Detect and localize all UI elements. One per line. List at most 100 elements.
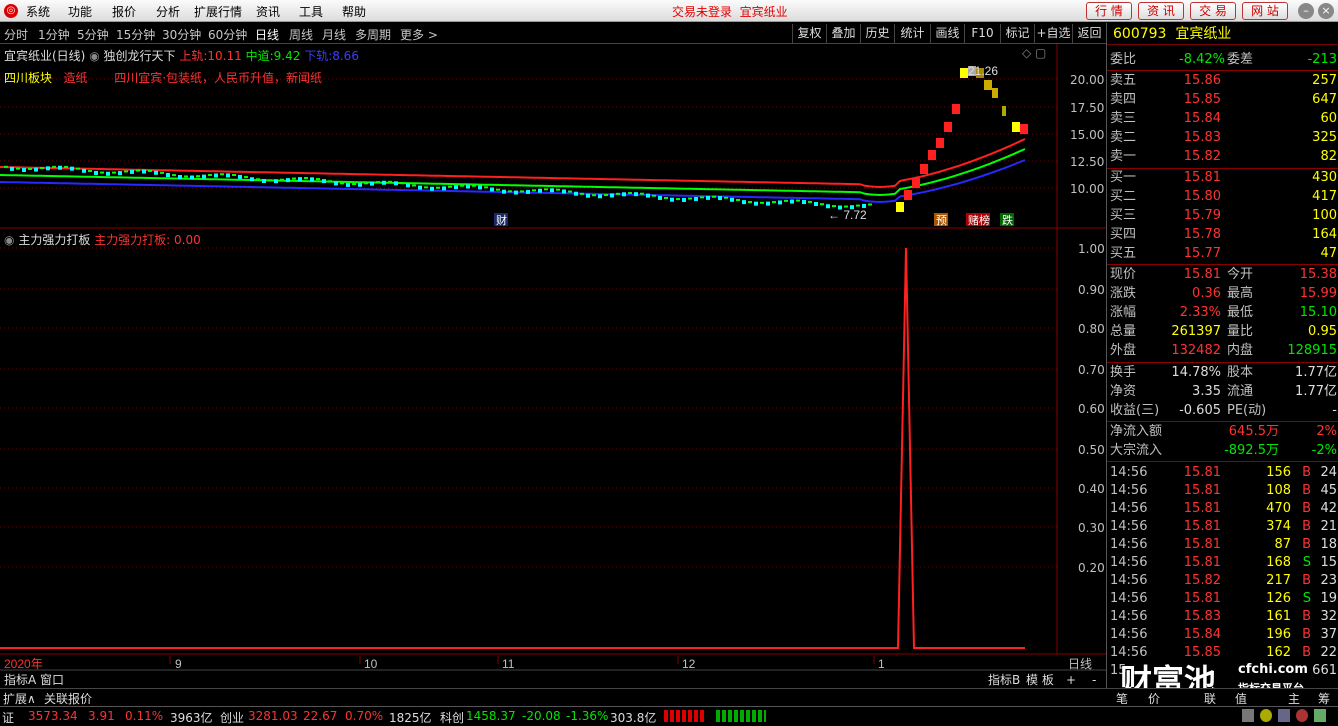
sector-label[interactable]: 四川板块 bbox=[4, 71, 53, 85]
minimize-icon[interactable]: – bbox=[1298, 3, 1314, 19]
back-button[interactable]: 返回 bbox=[1072, 24, 1106, 43]
kc-label[interactable]: 科创 bbox=[440, 709, 464, 726]
ask-row[interactable]: 卖四 15.85 647 bbox=[1107, 91, 1338, 109]
period-weekly[interactable]: 周线 bbox=[289, 26, 313, 43]
net-icon[interactable] bbox=[1314, 709, 1326, 722]
sector-tag[interactable]: 造纸 bbox=[63, 71, 87, 85]
menu-analysis[interactable]: 分析 bbox=[156, 3, 180, 20]
badge-fall[interactable]: 跌 bbox=[1002, 213, 1013, 227]
zoom-out-tab[interactable]: - bbox=[1092, 673, 1096, 687]
stat2-row[interactable]: 换手 14.78% 股本 1.77亿 bbox=[1107, 364, 1338, 382]
menu-function[interactable]: 功能 bbox=[68, 3, 92, 20]
ask-row[interactable]: 卖一 15.82 82 bbox=[1107, 148, 1338, 166]
period-more[interactable]: 更多 > bbox=[400, 26, 438, 43]
stat2-row[interactable]: 收益(三) -0.605 PE(动) - bbox=[1107, 402, 1338, 420]
period-1min[interactable]: 1分钟 bbox=[38, 26, 70, 43]
restore-rights-button[interactable]: 复权 bbox=[792, 24, 826, 43]
template-tab[interactable]: 模 板 bbox=[1026, 673, 1054, 687]
tab-price[interactable]: 价 bbox=[1148, 690, 1160, 707]
bid-row[interactable]: 买四 15.78 164 bbox=[1107, 226, 1338, 244]
period-multi[interactable]: 多周期 bbox=[355, 26, 391, 43]
trade-row[interactable]: 14:56 15.83 161 B 32 bbox=[1107, 608, 1338, 626]
coin-icon[interactable] bbox=[1260, 709, 1272, 722]
indicator-b-tab[interactable]: 指标B bbox=[988, 672, 1020, 687]
menu-ext-market[interactable]: 扩展行情 bbox=[194, 3, 242, 20]
period-monthly[interactable]: 月线 bbox=[322, 26, 346, 43]
ask-row[interactable]: 卖三 15.84 60 bbox=[1107, 110, 1338, 128]
ask-row[interactable]: 卖五 15.86 257 bbox=[1107, 72, 1338, 90]
tab-related[interactable]: 联 bbox=[1204, 690, 1216, 707]
trade-row[interactable]: 14:56 15.82 217 B 23 bbox=[1107, 572, 1338, 590]
trade-row[interactable]: 14:56 15.81 87 B 18 bbox=[1107, 536, 1338, 554]
tab-main[interactable]: 主 bbox=[1288, 690, 1300, 707]
sh-label[interactable]: 证 bbox=[2, 709, 14, 726]
add-watchlist-button[interactable]: +自选 bbox=[1034, 24, 1072, 43]
stats-button[interactable]: 统计 bbox=[894, 24, 930, 43]
tab-value[interactable]: 值 bbox=[1235, 690, 1247, 707]
bid-row[interactable]: 买一 15.81 430 bbox=[1107, 169, 1338, 187]
menu-tools[interactable]: 工具 bbox=[299, 3, 323, 20]
trade-row[interactable]: 14:56 15.81 156 B 24 bbox=[1107, 464, 1338, 482]
trade-row[interactable]: 14:56 15.81 108 B 45 bbox=[1107, 482, 1338, 500]
badge-forecast[interactable]: 预 bbox=[936, 214, 947, 227]
bid-row[interactable]: 买三 15.79 100 bbox=[1107, 207, 1338, 225]
website-button[interactable]: 网 站 bbox=[1242, 2, 1288, 20]
chart-area[interactable]: 20.0017.5015.0012.5010.00 1.000.900.800.… bbox=[0, 44, 1106, 688]
trade-row[interactable]: 14:56 15.81 168 S 15 bbox=[1107, 554, 1338, 572]
flow-row[interactable]: 大宗流入 -892.5万 -2% bbox=[1107, 442, 1338, 460]
trade-row[interactable]: 14:56 15.84 196 B 37 bbox=[1107, 626, 1338, 644]
menu-info[interactable]: 资讯 bbox=[256, 3, 280, 20]
history-button[interactable]: 历史 bbox=[860, 24, 894, 43]
indicator-a-tab[interactable]: 指标A bbox=[4, 672, 37, 687]
market-bar-icon[interactable] bbox=[664, 710, 704, 722]
draw-button[interactable]: 画线 bbox=[930, 24, 964, 43]
trade-row[interactable]: 14:56 15.81 374 B 21 bbox=[1107, 518, 1338, 536]
stat-row[interactable]: 涨跌 0.36 最高 15.99 bbox=[1107, 285, 1338, 303]
period-tick[interactable]: 分时 bbox=[4, 26, 28, 43]
app-logo-icon[interactable]: ◎ bbox=[4, 4, 18, 18]
period-5min[interactable]: 5分钟 bbox=[77, 26, 109, 43]
badge-finance[interactable]: 财 bbox=[496, 213, 507, 227]
menu-quote[interactable]: 报价 bbox=[112, 3, 136, 20]
trade-row[interactable]: 14:56 15.81 470 B 42 bbox=[1107, 500, 1338, 518]
news-button[interactable]: 资 讯 bbox=[1138, 2, 1184, 20]
mark-button[interactable]: 标记 bbox=[1000, 24, 1034, 43]
trade-row[interactable]: 14:56 15.81 126 S 19 bbox=[1107, 590, 1338, 608]
stat-row[interactable]: 总量 261397 量比 0.95 bbox=[1107, 323, 1338, 341]
ask-row[interactable]: 卖二 15.83 325 bbox=[1107, 129, 1338, 147]
sub-collapse-icon[interactable]: ◉ bbox=[4, 233, 14, 247]
related-quote-tab[interactable]: 关联报价 bbox=[44, 690, 92, 707]
stat-row[interactable]: 涨幅 2.33% 最低 15.10 bbox=[1107, 304, 1338, 322]
chart-settings-icon[interactable]: ◇ ▢ bbox=[1022, 46, 1046, 60]
alert-icon[interactable] bbox=[1296, 709, 1308, 722]
cy-label[interactable]: 创业 bbox=[220, 709, 244, 726]
tab-chips[interactable]: 筹 bbox=[1318, 690, 1330, 707]
window-tab[interactable]: 窗口 bbox=[40, 673, 64, 687]
f10-button[interactable]: F10 bbox=[964, 24, 1000, 43]
lock-icon[interactable] bbox=[1242, 709, 1254, 722]
overlay-button[interactable]: 叠加 bbox=[826, 24, 860, 43]
zoom-in-tab[interactable]: + bbox=[1066, 673, 1076, 687]
market-button[interactable]: 行 情 bbox=[1086, 2, 1132, 20]
flow-row[interactable]: 净流入额 645.5万 2% bbox=[1107, 423, 1338, 441]
period-30min[interactable]: 30分钟 bbox=[162, 26, 201, 43]
tab-trades[interactable]: 笔 bbox=[1116, 690, 1128, 707]
bid-row[interactable]: 买二 15.80 417 bbox=[1107, 188, 1338, 206]
stat-row[interactable]: 现价 15.81 今开 15.38 bbox=[1107, 266, 1338, 284]
expand-tab[interactable]: 扩展∧ bbox=[3, 690, 36, 707]
menu-help[interactable]: 帮助 bbox=[342, 3, 366, 20]
collapse-icon[interactable]: ◉ bbox=[89, 49, 99, 63]
stat-row[interactable]: 外盘 132482 内盘 128915 bbox=[1107, 342, 1338, 360]
market-bar2-icon[interactable] bbox=[716, 710, 766, 722]
trade-button[interactable]: 交 易 bbox=[1190, 2, 1236, 20]
period-15min[interactable]: 15分钟 bbox=[116, 26, 155, 43]
close-icon[interactable]: × bbox=[1318, 3, 1334, 19]
bid-row[interactable]: 买五 15.77 47 bbox=[1107, 245, 1338, 263]
screen-icon[interactable] bbox=[1278, 709, 1290, 722]
concept-tags[interactable]: 四川宜宾·包装纸，人民币升值，新闻纸 bbox=[114, 71, 322, 85]
badge-board[interactable]: 赌榜 bbox=[968, 213, 990, 227]
period-60min[interactable]: 60分钟 bbox=[208, 26, 247, 43]
menu-system[interactable]: 系统 bbox=[26, 3, 50, 20]
period-daily[interactable]: 日线 bbox=[255, 26, 279, 43]
stat2-row[interactable]: 净资 3.35 流通 1.77亿 bbox=[1107, 383, 1338, 401]
